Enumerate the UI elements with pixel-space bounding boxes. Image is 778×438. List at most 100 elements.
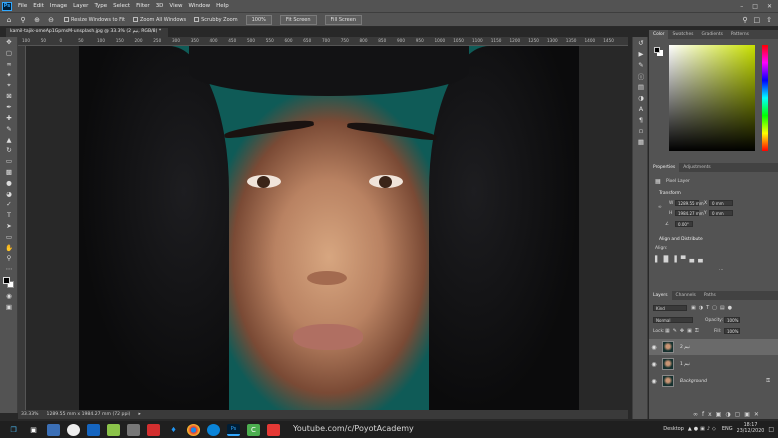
marquee-tool-icon[interactable]: ▢ bbox=[0, 48, 18, 59]
opacity-field[interactable]: 100% bbox=[724, 317, 740, 323]
height-field[interactable]: 1984.27 mm bbox=[675, 210, 704, 216]
zoom-tool-icon[interactable]: ⚲ bbox=[0, 253, 18, 264]
app-icon[interactable] bbox=[87, 423, 100, 436]
zoom-in-icon[interactable]: ⊕ bbox=[32, 15, 42, 25]
styles-icon[interactable]: ▫ bbox=[633, 125, 649, 136]
eyedropper-tool-icon[interactable]: ✒ bbox=[0, 102, 18, 113]
layer-row[interactable]: ◉ 1 نیم bbox=[649, 356, 778, 372]
menu-filter[interactable]: Filter bbox=[133, 3, 153, 9]
document-tab[interactable]: kamil-tajik-omeAp1GpmsM-unsplash.jpg @ 3… bbox=[6, 28, 168, 37]
tab-adjustments[interactable]: Adjustments bbox=[679, 163, 715, 172]
healing-brush-tool-icon[interactable]: ✚ bbox=[0, 113, 18, 124]
foreground-color-swatch[interactable] bbox=[3, 276, 10, 284]
menu-image[interactable]: Image bbox=[47, 3, 70, 9]
windows-start-icon[interactable]: ❒ bbox=[7, 424, 20, 436]
status-zoom[interactable]: 33.33% bbox=[21, 412, 39, 417]
character-icon[interactable]: A bbox=[633, 103, 649, 114]
menu-edit[interactable]: Edit bbox=[30, 3, 47, 9]
app-icon[interactable] bbox=[267, 423, 280, 436]
libraries-icon[interactable]: ▤ bbox=[633, 81, 649, 92]
path-select-tool-icon[interactable]: ➤ bbox=[0, 221, 18, 232]
eraser-tool-icon[interactable]: ▭ bbox=[0, 156, 18, 167]
zoom-out-icon[interactable]: ⊖ bbox=[46, 15, 56, 25]
menu-select[interactable]: Select bbox=[110, 3, 133, 9]
brush-tool-icon[interactable]: ✎ bbox=[0, 123, 18, 134]
blend-mode-select[interactable]: Normal bbox=[653, 317, 693, 323]
menu-file[interactable]: File bbox=[15, 3, 30, 9]
canvas-area[interactable] bbox=[26, 46, 628, 410]
app-icon[interactable] bbox=[47, 423, 60, 436]
home-icon[interactable]: ⌂ bbox=[4, 15, 14, 25]
crop-tool-icon[interactable]: ⌖ bbox=[0, 80, 18, 91]
chrome-icon[interactable] bbox=[187, 423, 200, 436]
actions-icon[interactable]: ▶ bbox=[633, 48, 649, 59]
layer-row[interactable]: ◉ 2 نیم bbox=[649, 339, 778, 355]
app-icon[interactable] bbox=[67, 423, 80, 436]
scrubby-zoom-checkbox[interactable]: Scrubby Zoom bbox=[194, 17, 238, 23]
tab-channels[interactable]: Channels bbox=[672, 291, 700, 300]
dodge-tool-icon[interactable]: ◕ bbox=[0, 188, 18, 199]
color-panel-foreground[interactable] bbox=[654, 47, 660, 53]
fit-screen-button[interactable]: Fit Screen bbox=[279, 14, 317, 25]
align-buttons-row-icon[interactable]: ▌█▐▀▄▄ bbox=[655, 256, 707, 263]
y-field[interactable]: 0 mm bbox=[709, 210, 733, 216]
desktop-label[interactable]: Desktop bbox=[663, 426, 684, 432]
store-icon[interactable] bbox=[127, 423, 140, 436]
color-picker-field[interactable] bbox=[669, 45, 755, 151]
notifications-icon[interactable]: □ bbox=[768, 426, 774, 433]
close-icon[interactable]: ✕ bbox=[767, 3, 772, 10]
more-tools-icon[interactable]: ⋯ bbox=[0, 264, 18, 275]
app-icon[interactable] bbox=[107, 423, 120, 436]
move-tool-icon[interactable]: ✥ bbox=[0, 37, 18, 48]
zoom-tool-icon[interactable]: ⚲ bbox=[18, 15, 28, 25]
fill-field[interactable]: 100% bbox=[724, 328, 740, 334]
tab-swatches[interactable]: Swatches bbox=[668, 30, 697, 39]
layer-name[interactable]: 2 نیم bbox=[680, 345, 690, 350]
minimize-icon[interactable]: – bbox=[740, 3, 743, 10]
tab-layers[interactable]: Layers bbox=[649, 291, 672, 300]
portrait-photo[interactable] bbox=[79, 46, 579, 410]
link-icon[interactable]: ∞ bbox=[658, 205, 662, 210]
menu-type[interactable]: Type bbox=[91, 3, 110, 9]
rectangle-tool-icon[interactable]: ▭ bbox=[0, 231, 18, 242]
layer-actions-icons[interactable]: ∞fx▣◑▢▣✕ bbox=[693, 411, 763, 418]
type-tool-icon[interactable]: T bbox=[0, 210, 18, 221]
edge-icon[interactable] bbox=[207, 423, 220, 436]
info-icon[interactable]: ⓘ bbox=[633, 70, 649, 81]
gradient-tool-icon[interactable]: ▩ bbox=[0, 167, 18, 178]
status-arrow-icon[interactable]: ▸ bbox=[138, 412, 140, 417]
resize-windows-checkbox[interactable]: Resize Windows to Fit bbox=[64, 17, 125, 23]
tab-paths[interactable]: Paths bbox=[700, 291, 720, 300]
layer-name[interactable]: Background bbox=[680, 379, 707, 384]
workspace-icon[interactable]: □ bbox=[754, 16, 761, 24]
lock-icons[interactable]: ▦✎✥▣⚿ bbox=[665, 328, 702, 334]
visibility-eye-icon[interactable]: ◉ bbox=[649, 361, 659, 368]
tab-color[interactable]: Color bbox=[649, 30, 669, 39]
hue-slider[interactable] bbox=[762, 45, 768, 151]
language-label[interactable]: ENG bbox=[722, 426, 733, 432]
color-swatches[interactable] bbox=[0, 275, 17, 291]
layer-filter-icons[interactable]: ▣◑T▢▤● bbox=[691, 305, 735, 311]
history-icon[interactable]: ↺ bbox=[633, 37, 649, 48]
photoshop-taskbar-icon[interactable]: Ps bbox=[227, 423, 240, 436]
blur-tool-icon[interactable]: ● bbox=[0, 177, 18, 188]
clock[interactable]: 18:17 23/12/2020 bbox=[737, 423, 765, 435]
frame-tool-icon[interactable]: ⊠ bbox=[0, 91, 18, 102]
share-icon[interactable]: ⇧ bbox=[766, 16, 772, 24]
menu-3d[interactable]: 3D bbox=[153, 3, 167, 9]
visibility-eye-icon[interactable]: ◉ bbox=[649, 344, 659, 351]
adjust-icon[interactable]: ◑ bbox=[633, 92, 649, 103]
menu-window[interactable]: Window bbox=[185, 3, 213, 9]
pen-tool-icon[interactable]: ✓ bbox=[0, 199, 18, 210]
lasso-tool-icon[interactable]: ∞ bbox=[0, 59, 18, 70]
layer-row[interactable]: ◉ Background ⚿ bbox=[649, 373, 778, 389]
zoom-100-button[interactable]: 100% bbox=[245, 14, 272, 25]
dropbox-icon[interactable]: ♦ bbox=[167, 424, 180, 436]
menu-help[interactable]: Help bbox=[213, 3, 232, 9]
history-brush-tool-icon[interactable]: ↻ bbox=[0, 145, 18, 156]
width-field[interactable]: 1289.55 mm bbox=[675, 200, 704, 206]
x-field[interactable]: 0 mm bbox=[709, 200, 733, 206]
layer-filter-kind[interactable]: Kind bbox=[653, 305, 687, 311]
layer-name[interactable]: 1 نیم bbox=[680, 362, 690, 367]
quick-select-tool-icon[interactable]: ✦ bbox=[0, 69, 18, 80]
